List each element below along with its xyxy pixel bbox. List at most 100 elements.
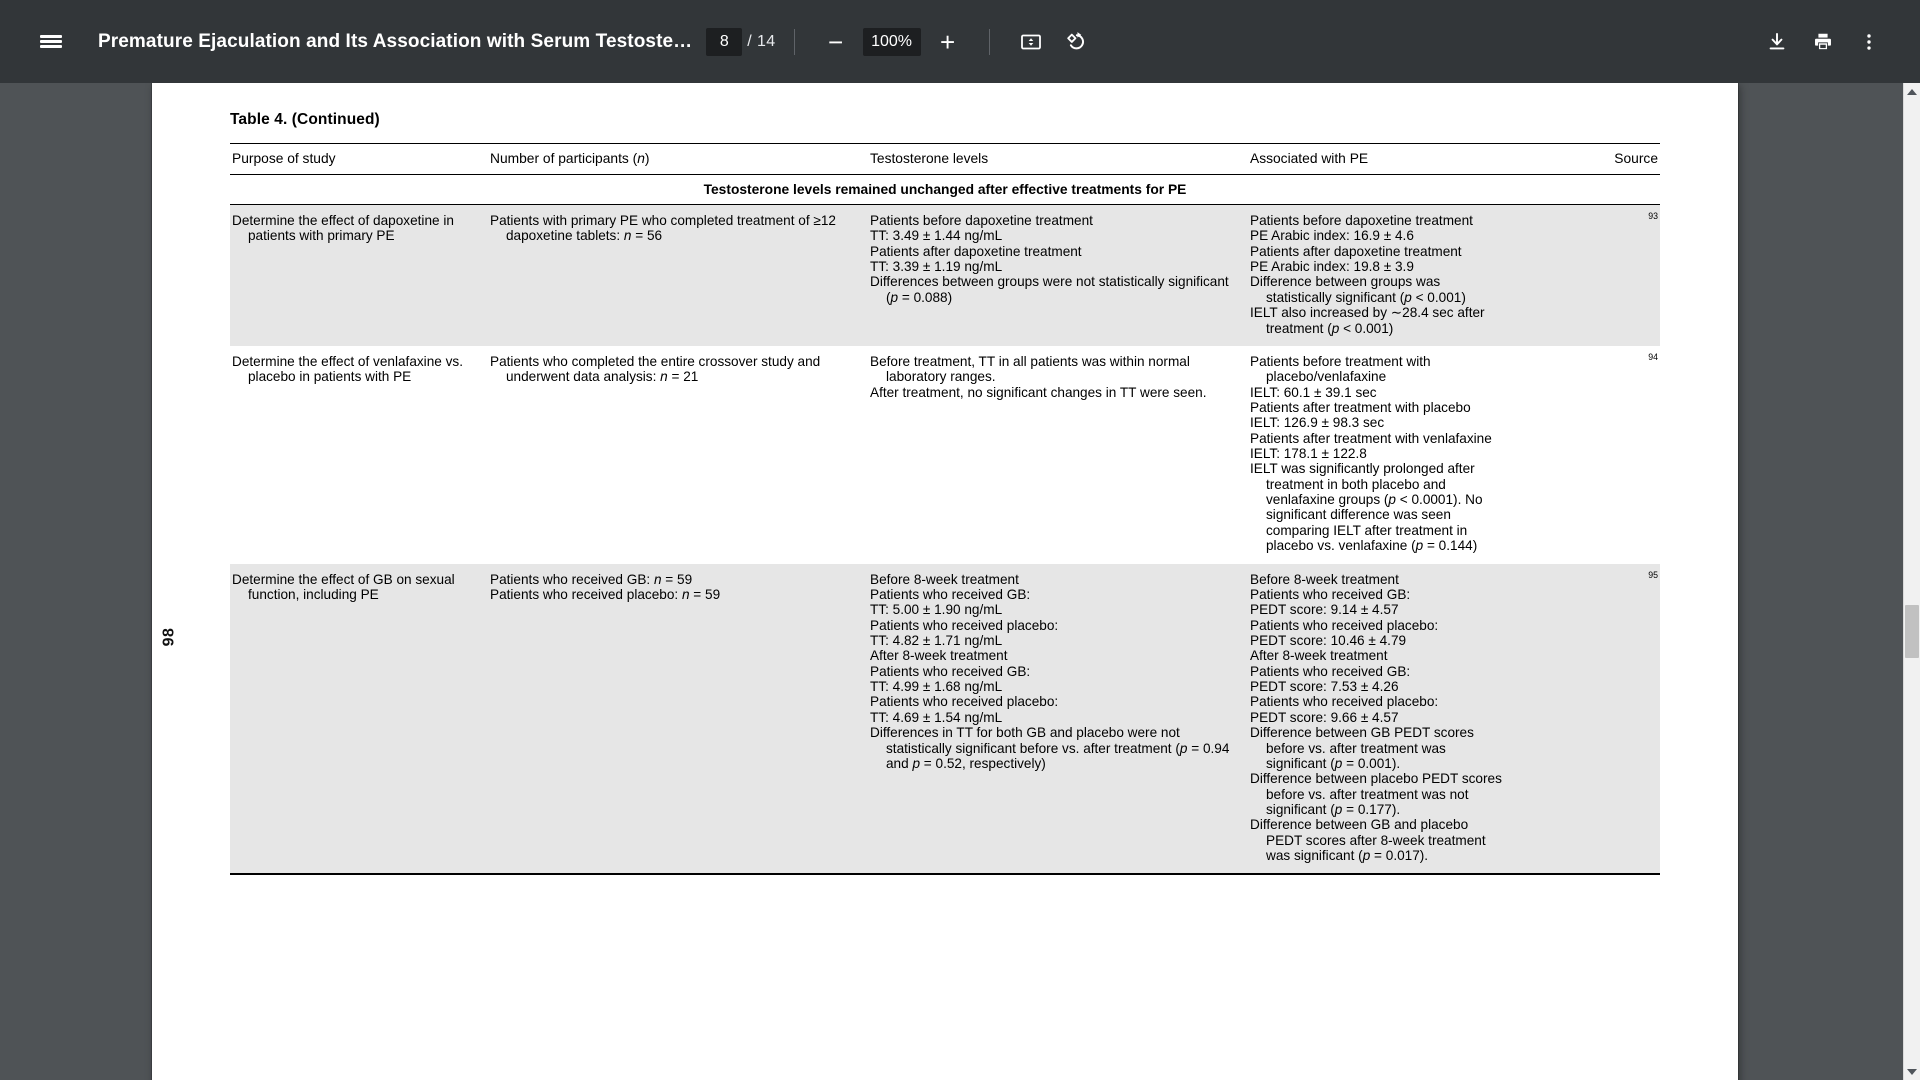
vertical-scrollbar[interactable] bbox=[1903, 83, 1920, 1080]
cell-number-of-participants: Patients with primary PE who completed t… bbox=[488, 204, 868, 346]
cell-line: Before 8-week treatment bbox=[1250, 571, 1399, 587]
cell-line: TT: 4.69 ± 1.54 ng/mL bbox=[870, 709, 1003, 725]
source-reference: 95 bbox=[1648, 569, 1658, 580]
pdf-page: 98 Table 4. (Continued) Purpose of study… bbox=[152, 83, 1738, 1080]
zoom-in-button[interactable]: + bbox=[925, 19, 971, 65]
column-header-participants: Number of participants (n) bbox=[490, 151, 650, 166]
toolbar-center-group: 8 / 14 − 100% + bbox=[706, 19, 1099, 65]
hamburger-menu-icon[interactable] bbox=[28, 19, 74, 65]
column-header-purpose: Purpose of study bbox=[232, 151, 336, 166]
toolbar-right-group bbox=[1754, 19, 1920, 65]
cell-line: TT: 4.99 ± 1.68 ng/mL bbox=[870, 679, 1003, 695]
cell-line: Patients before dapoxetine treatment bbox=[870, 213, 1093, 228]
cell-line: Differences in TT for both GB and placeb… bbox=[870, 725, 1230, 771]
cell-purpose-of-study: Determine the effect of dapoxetine in pa… bbox=[230, 204, 488, 346]
cell-line: Patients who received placebo: bbox=[870, 694, 1059, 710]
column-header-source: Source bbox=[1614, 151, 1658, 166]
cell-associated-with-pe: Patients before treatment with placebo/v… bbox=[1248, 346, 1516, 564]
cell-line: Difference between GB and placebo PEDT s… bbox=[1250, 817, 1486, 864]
cell-line: Patients after treatment with placebo bbox=[1250, 399, 1471, 415]
cell-line: PEDT score: 9.14 ± 4.57 bbox=[1250, 602, 1399, 618]
cell-associated-with-pe: Before 8-week treatment Patients who rece… bbox=[1248, 563, 1516, 875]
table-section-banner-row: Testosterone levels remained unchanged a… bbox=[230, 175, 1660, 205]
cell-source: 94 bbox=[1516, 346, 1660, 564]
more-options-button[interactable] bbox=[1846, 19, 1892, 65]
cell-line: TT: 3.39 ± 1.19 ng/mL bbox=[870, 259, 1003, 275]
cell-line: After 8-week treatment bbox=[1250, 648, 1388, 664]
zoom-level-input[interactable]: 100% bbox=[862, 27, 921, 56]
cell-line: Before treatment, TT in all patients was… bbox=[870, 353, 1190, 385]
table-row: Determine the effect of GB on sexual fun… bbox=[230, 563, 1660, 875]
cell-number-of-participants: Patients who received GB: n = 59 Patients… bbox=[488, 563, 868, 875]
cell-line: TT: 3.49 ± 1.44 ng/mL bbox=[870, 228, 1003, 244]
cell-line: Difference between groups was statistica… bbox=[1250, 274, 1466, 305]
table-body: Testosterone levels remained unchanged a… bbox=[230, 175, 1660, 875]
download-icon bbox=[1769, 32, 1785, 49]
pdf-toolbar: Premature Ejaculation and Its Associatio… bbox=[0, 0, 1920, 83]
column-header-testosterone: Testosterone levels bbox=[870, 151, 989, 166]
cell-line: Difference between GB PEDT scores before… bbox=[1250, 725, 1474, 771]
hamburger-glyph bbox=[40, 33, 62, 51]
cell-line: PEDT score: 10.46 ± 4.79 bbox=[1250, 632, 1407, 648]
cell-line: Differences between groups were not stat… bbox=[870, 274, 1229, 305]
cell-line: Patients before dapoxetine treatment bbox=[1250, 213, 1473, 228]
cell-line: PEDT score: 9.66 ± 4.57 bbox=[1250, 709, 1399, 725]
download-button[interactable] bbox=[1754, 19, 1800, 65]
cell-line: Patients who received placebo: bbox=[870, 617, 1059, 633]
cell-line: Difference between placebo PEDT scores b… bbox=[1250, 771, 1502, 817]
plus-icon: + bbox=[939, 26, 956, 57]
table-row: Determine the effect of dapoxetine in pa… bbox=[230, 204, 1660, 346]
cell-line: Determine the effect of GB on sexual fun… bbox=[232, 571, 455, 602]
cell-line: IELT: 178.1 ± 122.8 bbox=[1250, 446, 1367, 462]
cell-line: Patients who received GB: bbox=[870, 586, 1031, 602]
cell-line: PEDT score: 7.53 ± 4.26 bbox=[1250, 679, 1399, 695]
cell-line: Patients who completed the entire crosso… bbox=[490, 353, 821, 385]
cell-testosterone-levels: Before 8-week treatment Patients who rece… bbox=[868, 563, 1248, 875]
table-caption: Table 4. (Continued) bbox=[230, 111, 380, 128]
cell-line: Patients who received GB: n = 59 bbox=[490, 571, 693, 587]
cell-line: Before 8-week treatment bbox=[870, 571, 1019, 587]
print-button[interactable] bbox=[1800, 19, 1846, 65]
cell-line: Patients who received placebo: bbox=[1250, 694, 1439, 710]
cell-line: After treatment, no significant changes … bbox=[870, 384, 1207, 400]
scrollbar-thumb[interactable] bbox=[1905, 605, 1919, 658]
cell-line: TT: 5.00 ± 1.90 ng/mL bbox=[870, 602, 1003, 618]
data-table: Purpose of study Number of participants … bbox=[230, 143, 1660, 875]
cell-source: 93 bbox=[1516, 204, 1660, 346]
cell-line: Determine the effect of dapoxetine in pa… bbox=[232, 213, 454, 244]
cell-line: Patients who received GB: bbox=[870, 663, 1031, 679]
cell-line: After 8-week treatment bbox=[870, 648, 1008, 664]
page-count-label: / 14 bbox=[747, 32, 776, 50]
cell-line: Patients before treatment with placebo/v… bbox=[1250, 353, 1431, 385]
cell-line: PE Arabic index: 19.8 ± 3.9 bbox=[1250, 259, 1414, 275]
zoom-out-button[interactable]: − bbox=[813, 19, 859, 65]
table-section-banner: Testosterone levels remained unchanged a… bbox=[703, 182, 1187, 197]
cell-line: Patients after dapoxetine treatment bbox=[870, 243, 1082, 259]
cell-line: Patients who received GB: bbox=[1250, 663, 1411, 679]
page-folio-number: 98 bbox=[160, 627, 178, 647]
pdf-viewer-canvas[interactable]: 98 Table 4. (Continued) Purpose of study… bbox=[0, 83, 1920, 1080]
cell-line: Patients after dapoxetine treatment bbox=[1250, 243, 1462, 259]
rotate-button[interactable] bbox=[1054, 19, 1100, 65]
cell-testosterone-levels: Patients before dapoxetine treatment TT: … bbox=[868, 204, 1248, 346]
cell-line: TT: 4.82 ± 1.71 ng/mL bbox=[870, 632, 1003, 648]
toolbar-left-group: Premature Ejaculation and Its Associatio… bbox=[0, 19, 692, 65]
minus-icon: − bbox=[827, 26, 844, 57]
cell-line: Patients who received placebo: n = 59 bbox=[490, 586, 721, 602]
page-number-input[interactable]: 8 bbox=[706, 27, 743, 56]
fit-to-page-button[interactable] bbox=[1008, 19, 1054, 65]
source-reference: 94 bbox=[1648, 351, 1658, 362]
cell-line: PE Arabic index: 16.9 ± 4.6 bbox=[1250, 228, 1414, 244]
scroll-down-arrow-icon[interactable] bbox=[1904, 1063, 1920, 1080]
fit-to-page-icon bbox=[1020, 34, 1041, 49]
toolbar-divider-2 bbox=[988, 28, 990, 55]
cell-line: Patients with primary PE who completed t… bbox=[490, 213, 836, 244]
cell-associated-with-pe: Patients before dapoxetine treatment PE A… bbox=[1248, 204, 1516, 346]
cell-line: Patients who received GB: bbox=[1250, 586, 1411, 602]
print-icon bbox=[1815, 33, 1831, 49]
more-vertical-icon bbox=[1867, 33, 1871, 50]
toolbar-divider-1 bbox=[793, 28, 795, 55]
scroll-up-arrow-icon[interactable] bbox=[1904, 83, 1920, 100]
cell-line: Determine the effect of venlafaxine vs. … bbox=[232, 353, 463, 385]
table-header-row: Purpose of study Number of participants … bbox=[230, 143, 1660, 175]
